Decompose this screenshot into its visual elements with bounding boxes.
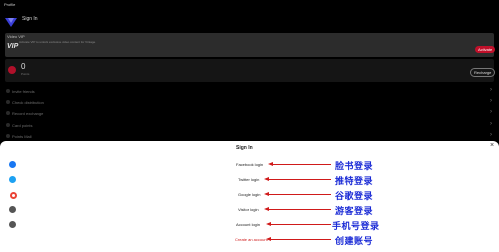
- menu-item-check[interactable]: Check distribution ›: [5, 97, 494, 107]
- sign-in-link[interactable]: Sign In: [22, 16, 38, 22]
- menu-item-label: Points Mall: [12, 134, 32, 139]
- app-title: Profile: [4, 2, 16, 7]
- menu-item-label: Record exchange: [12, 111, 44, 116]
- chevron-right-icon: ›: [490, 109, 492, 115]
- annotation-arrow: [267, 194, 331, 195]
- facebook-login-label: Facebook login: [236, 162, 264, 167]
- menu-icon: [6, 123, 10, 127]
- annotation-create-account: 创建账号: [335, 236, 374, 246]
- annotation-arrow: [269, 224, 331, 225]
- twitter-icon: [9, 176, 16, 183]
- chevron-right-icon: ›: [490, 98, 492, 104]
- sign-in-sheet: Sign In × Facebook login 脸书登录 Twitter lo…: [0, 141, 499, 252]
- create-account-option[interactable]: Create an account 创建账号: [0, 232, 499, 247]
- annotation-arrow: [267, 179, 331, 180]
- close-icon[interactable]: ×: [490, 142, 494, 149]
- visitor-icon: [9, 206, 16, 213]
- facebook-icon: [9, 161, 16, 168]
- coin-icon: [8, 66, 16, 74]
- annotation-facebook: 脸书登录: [335, 161, 374, 171]
- menu-icon: [6, 100, 10, 104]
- twitter-login-label: Twitter login: [238, 177, 260, 182]
- annotation-account: 手机号登录: [332, 221, 380, 231]
- recharge-button[interactable]: Recharge: [470, 68, 496, 77]
- account-icon: [9, 221, 16, 228]
- chevron-right-icon: ›: [490, 121, 492, 127]
- annotation-google: 谷歌登录: [335, 191, 374, 201]
- menu-item-label: Invite friends: [12, 89, 35, 94]
- profile-header[interactable]: Sign In: [4, 13, 64, 27]
- account-login-option[interactable]: Account login 手机号登录: [0, 217, 499, 232]
- annotation-visitor: 游客登录: [335, 206, 374, 216]
- annotation-arrow: [269, 239, 331, 240]
- google-login-option[interactable]: Google login 谷歌登录: [0, 187, 499, 202]
- activate-button[interactable]: Activate: [475, 46, 496, 53]
- menu-icon: [6, 89, 10, 93]
- create-account-link[interactable]: Create an account: [235, 237, 268, 242]
- vip-badge: VIP: [7, 43, 19, 50]
- menu-item-card[interactable]: Card points ›: [5, 120, 494, 130]
- twitter-login-option[interactable]: Twitter login 推特登录: [0, 172, 499, 187]
- visitor-login-option[interactable]: Visitor login 游客登录: [0, 202, 499, 217]
- menu-icon: [6, 134, 10, 138]
- facebook-login-option[interactable]: Facebook login 脸书登录: [0, 157, 499, 172]
- menu-item-record[interactable]: Record exchange ›: [5, 108, 494, 118]
- account-login-label: Account login: [236, 222, 261, 227]
- chevron-right-icon: ›: [490, 132, 492, 138]
- vip-subtitle: Activate VIP to unlock exclusive video c…: [19, 40, 96, 44]
- menu-item-label: Check distribution: [12, 100, 44, 105]
- wallet-card: 0 Points Recharge: [5, 59, 496, 82]
- wallet-amount: 0: [21, 62, 26, 71]
- google-icon: [10, 192, 17, 199]
- logo-icon: [5, 14, 17, 32]
- vip-card: Video VIP VIP Activate VIP to unlock exc…: [5, 33, 496, 57]
- google-login-label: Google login: [238, 192, 261, 197]
- visitor-login-label: Visitor login: [238, 207, 259, 212]
- annotation-arrow: [271, 164, 331, 165]
- annotation-arrow: [267, 209, 331, 210]
- vip-title: Video VIP: [7, 34, 25, 39]
- wallet-caption: Points: [21, 72, 30, 76]
- sheet-title: Sign In: [236, 145, 253, 151]
- menu-icon: [6, 111, 10, 115]
- annotation-twitter: 推特登录: [335, 176, 374, 186]
- chevron-right-icon: ›: [490, 87, 492, 93]
- menu-item-invite[interactable]: Invite friends ›: [5, 86, 494, 96]
- menu-item-label: Card points: [12, 123, 33, 128]
- menu-item-mall[interactable]: Points Mall ›: [5, 131, 494, 141]
